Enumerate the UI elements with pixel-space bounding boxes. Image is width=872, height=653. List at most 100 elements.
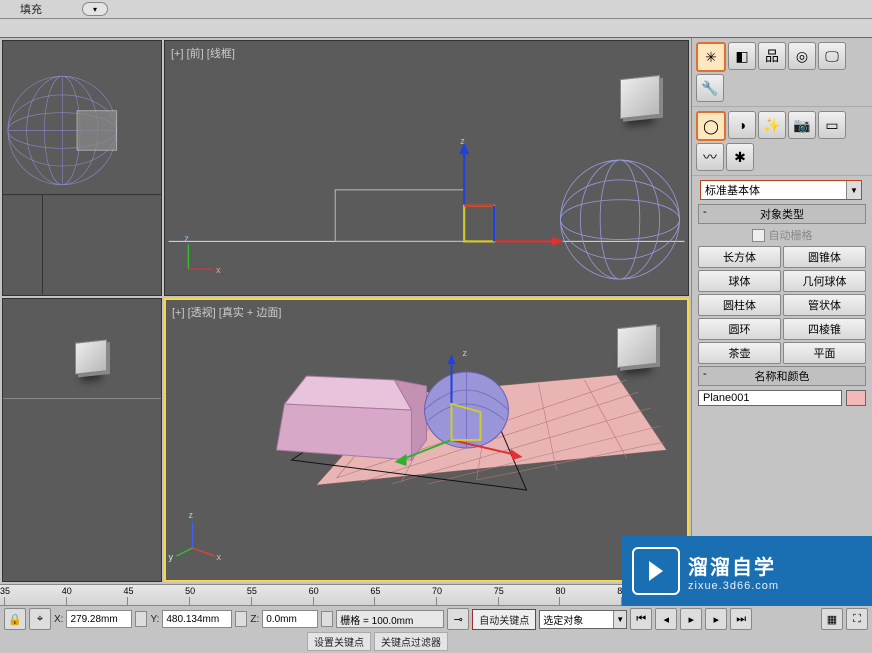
viewport-persp-scene: z x y z bbox=[166, 300, 687, 580]
set-key-button[interactable]: 设置关键点 bbox=[307, 632, 371, 651]
object-type-label: 对象类型 bbox=[760, 209, 804, 221]
svg-text:y: y bbox=[169, 552, 174, 562]
geometry-icon[interactable]: ◯ bbox=[696, 111, 726, 141]
svg-text:z: z bbox=[184, 233, 189, 243]
name-color-label: 名称和颜色 bbox=[755, 371, 810, 383]
viewport-front-scene: z x z bbox=[165, 41, 688, 295]
x-label: X: bbox=[54, 614, 63, 625]
z-field[interactable]: 0.0mm bbox=[262, 610, 318, 628]
status-bar: 🔒 ⌖ X: 279.28mm Y: 480.134mm Z: 0.0mm 栅格… bbox=[0, 606, 872, 632]
object-color-swatch[interactable] bbox=[846, 390, 866, 406]
helpers-icon[interactable]: ▭ bbox=[818, 111, 846, 139]
grid-size-label: 栅格 = 100.0mm bbox=[336, 610, 444, 628]
auto-key-button[interactable]: 自动关键点 bbox=[472, 609, 536, 630]
tick-label: 60 bbox=[309, 586, 319, 596]
watermark-banner: 溜溜自学 zixue.3d66.com bbox=[622, 536, 872, 606]
tick-label: 75 bbox=[494, 586, 504, 596]
toolbar-strip bbox=[0, 19, 872, 38]
create-tab[interactable]: ✳ bbox=[696, 42, 726, 72]
status-bar-2: 设置关键点 关键点过滤器 bbox=[0, 632, 872, 653]
auto-grid-label: 自动栅格 bbox=[769, 227, 813, 243]
prim-geosphere-button[interactable]: 几何球体 bbox=[783, 270, 866, 292]
x-spinner[interactable] bbox=[135, 611, 147, 627]
auto-grid-checkbox[interactable] bbox=[752, 229, 765, 242]
shapes-icon[interactable]: ◑ bbox=[728, 111, 756, 139]
prim-cone-button[interactable]: 圆锥体 bbox=[783, 246, 866, 268]
play-next-icon[interactable]: ▸ bbox=[705, 608, 727, 630]
svg-text:z: z bbox=[463, 348, 468, 358]
viewport-left-scene bbox=[3, 299, 161, 581]
prim-sphere-button[interactable]: 球体 bbox=[698, 270, 781, 292]
auto-grid-row[interactable]: 自动栅格 bbox=[692, 226, 872, 244]
tick-label: 35 bbox=[0, 586, 10, 596]
systems-icon[interactable]: ✱ bbox=[726, 143, 754, 171]
maximize-icon[interactable]: ⛶ bbox=[846, 608, 868, 630]
motion-tab[interactable]: ◎ bbox=[788, 42, 816, 70]
tick-label: 65 bbox=[370, 586, 380, 596]
key-filter-button[interactable]: 关键点过滤器 bbox=[374, 632, 448, 651]
prim-teapot-button[interactable]: 茶壶 bbox=[698, 342, 781, 364]
z-label: Z: bbox=[250, 614, 259, 625]
tick-label: 45 bbox=[123, 586, 133, 596]
lights-icon[interactable]: ✨ bbox=[758, 111, 786, 139]
viewport-left[interactable] bbox=[2, 298, 162, 582]
prim-plane-button[interactable]: 平面 bbox=[783, 342, 866, 364]
tick-label: 80 bbox=[555, 586, 565, 596]
viewport-persp-label: [+] [透视] [真实 + 边面] bbox=[172, 304, 281, 320]
svg-text:z: z bbox=[189, 510, 194, 520]
play-icon[interactable]: ▸ bbox=[680, 608, 702, 630]
prim-torus-button[interactable]: 圆环 bbox=[698, 318, 781, 340]
fill-label: 填充 bbox=[20, 1, 42, 17]
key-icon[interactable]: ⊸ bbox=[447, 608, 469, 630]
cameras-icon[interactable]: 📷 bbox=[788, 111, 816, 139]
modify-tab[interactable]: ◧ bbox=[728, 42, 756, 70]
object-type-rollout[interactable]: - 对象类型 bbox=[698, 204, 866, 224]
play-prev-icon[interactable]: ◂ bbox=[655, 608, 677, 630]
chevron-down-icon: ▼ bbox=[846, 181, 861, 199]
viewport-top[interactable] bbox=[2, 40, 162, 296]
x-field[interactable]: 279.28mm bbox=[66, 610, 132, 628]
object-name-input[interactable]: Plane001 bbox=[698, 390, 842, 406]
y-field[interactable]: 480.134mm bbox=[162, 610, 232, 628]
y-label: Y: bbox=[150, 614, 159, 625]
prim-pyramid-button[interactable]: 四棱锥 bbox=[783, 318, 866, 340]
tick-label: 50 bbox=[185, 586, 195, 596]
play-start-icon[interactable]: ⏮ bbox=[630, 608, 652, 630]
watermark-url: zixue.3d66.com bbox=[688, 580, 779, 592]
hierarchy-tab[interactable]: 品 bbox=[758, 42, 786, 70]
create-category-row: ◯ ◑ ✨ 📷 ▭ 〰 ✱ bbox=[692, 107, 872, 176]
tick-label: 55 bbox=[247, 586, 257, 596]
prim-cylinder-button[interactable]: 圆柱体 bbox=[698, 294, 781, 316]
fill-dropdown[interactable]: ▾ bbox=[82, 2, 108, 16]
lock-icon[interactable]: 🔒 bbox=[4, 608, 26, 630]
panel-tab-row: ✳ ◧ 品 ◎ 🖵 🔧 bbox=[692, 38, 872, 107]
play-end-icon[interactable]: ⏭ bbox=[730, 608, 752, 630]
chevron-down-icon: ▼ bbox=[613, 611, 626, 628]
name-row: Plane001 bbox=[698, 390, 866, 406]
z-spinner[interactable] bbox=[321, 611, 333, 627]
selection-combo-text: 选定对象 bbox=[543, 616, 583, 627]
viewport-config-icon[interactable]: ▦ bbox=[821, 608, 843, 630]
primitive-grid: 长方体 圆锥体 球体 几何球体 圆柱体 管状体 圆环 四棱锥 茶壶 平面 bbox=[698, 246, 866, 364]
viewport-perspective[interactable]: [+] [透视] [真实 + 边面] bbox=[164, 298, 689, 582]
play-icon bbox=[632, 547, 680, 595]
prim-tube-button[interactable]: 管状体 bbox=[783, 294, 866, 316]
menu-bar[interactable]: 填充 ▾ bbox=[0, 0, 872, 19]
spacewarps-icon[interactable]: 〰 bbox=[696, 143, 724, 171]
svg-text:x: x bbox=[216, 265, 221, 275]
name-color-rollout[interactable]: - 名称和颜色 bbox=[698, 366, 866, 386]
tick-label: 70 bbox=[432, 586, 442, 596]
category-dropdown[interactable]: 标准基本体 ▼ bbox=[700, 180, 862, 200]
watermark-title: 溜溜自学 bbox=[688, 551, 779, 580]
y-spinner[interactable] bbox=[235, 611, 247, 627]
viewport-area: [+] [前] [线框] bbox=[0, 38, 691, 584]
viewport-front[interactable]: [+] [前] [线框] bbox=[164, 40, 689, 296]
category-dropdown-text: 标准基本体 bbox=[705, 182, 760, 198]
prim-box-button[interactable]: 长方体 bbox=[698, 246, 781, 268]
selection-combo[interactable]: 选定对象 ▼ bbox=[539, 610, 627, 629]
viewport-top-scene bbox=[3, 41, 161, 295]
snap-icon[interactable]: ⌖ bbox=[29, 608, 51, 630]
display-tab[interactable]: 🖵 bbox=[818, 42, 846, 70]
collapse-icon: - bbox=[703, 368, 707, 380]
utilities-tab[interactable]: 🔧 bbox=[696, 74, 724, 102]
